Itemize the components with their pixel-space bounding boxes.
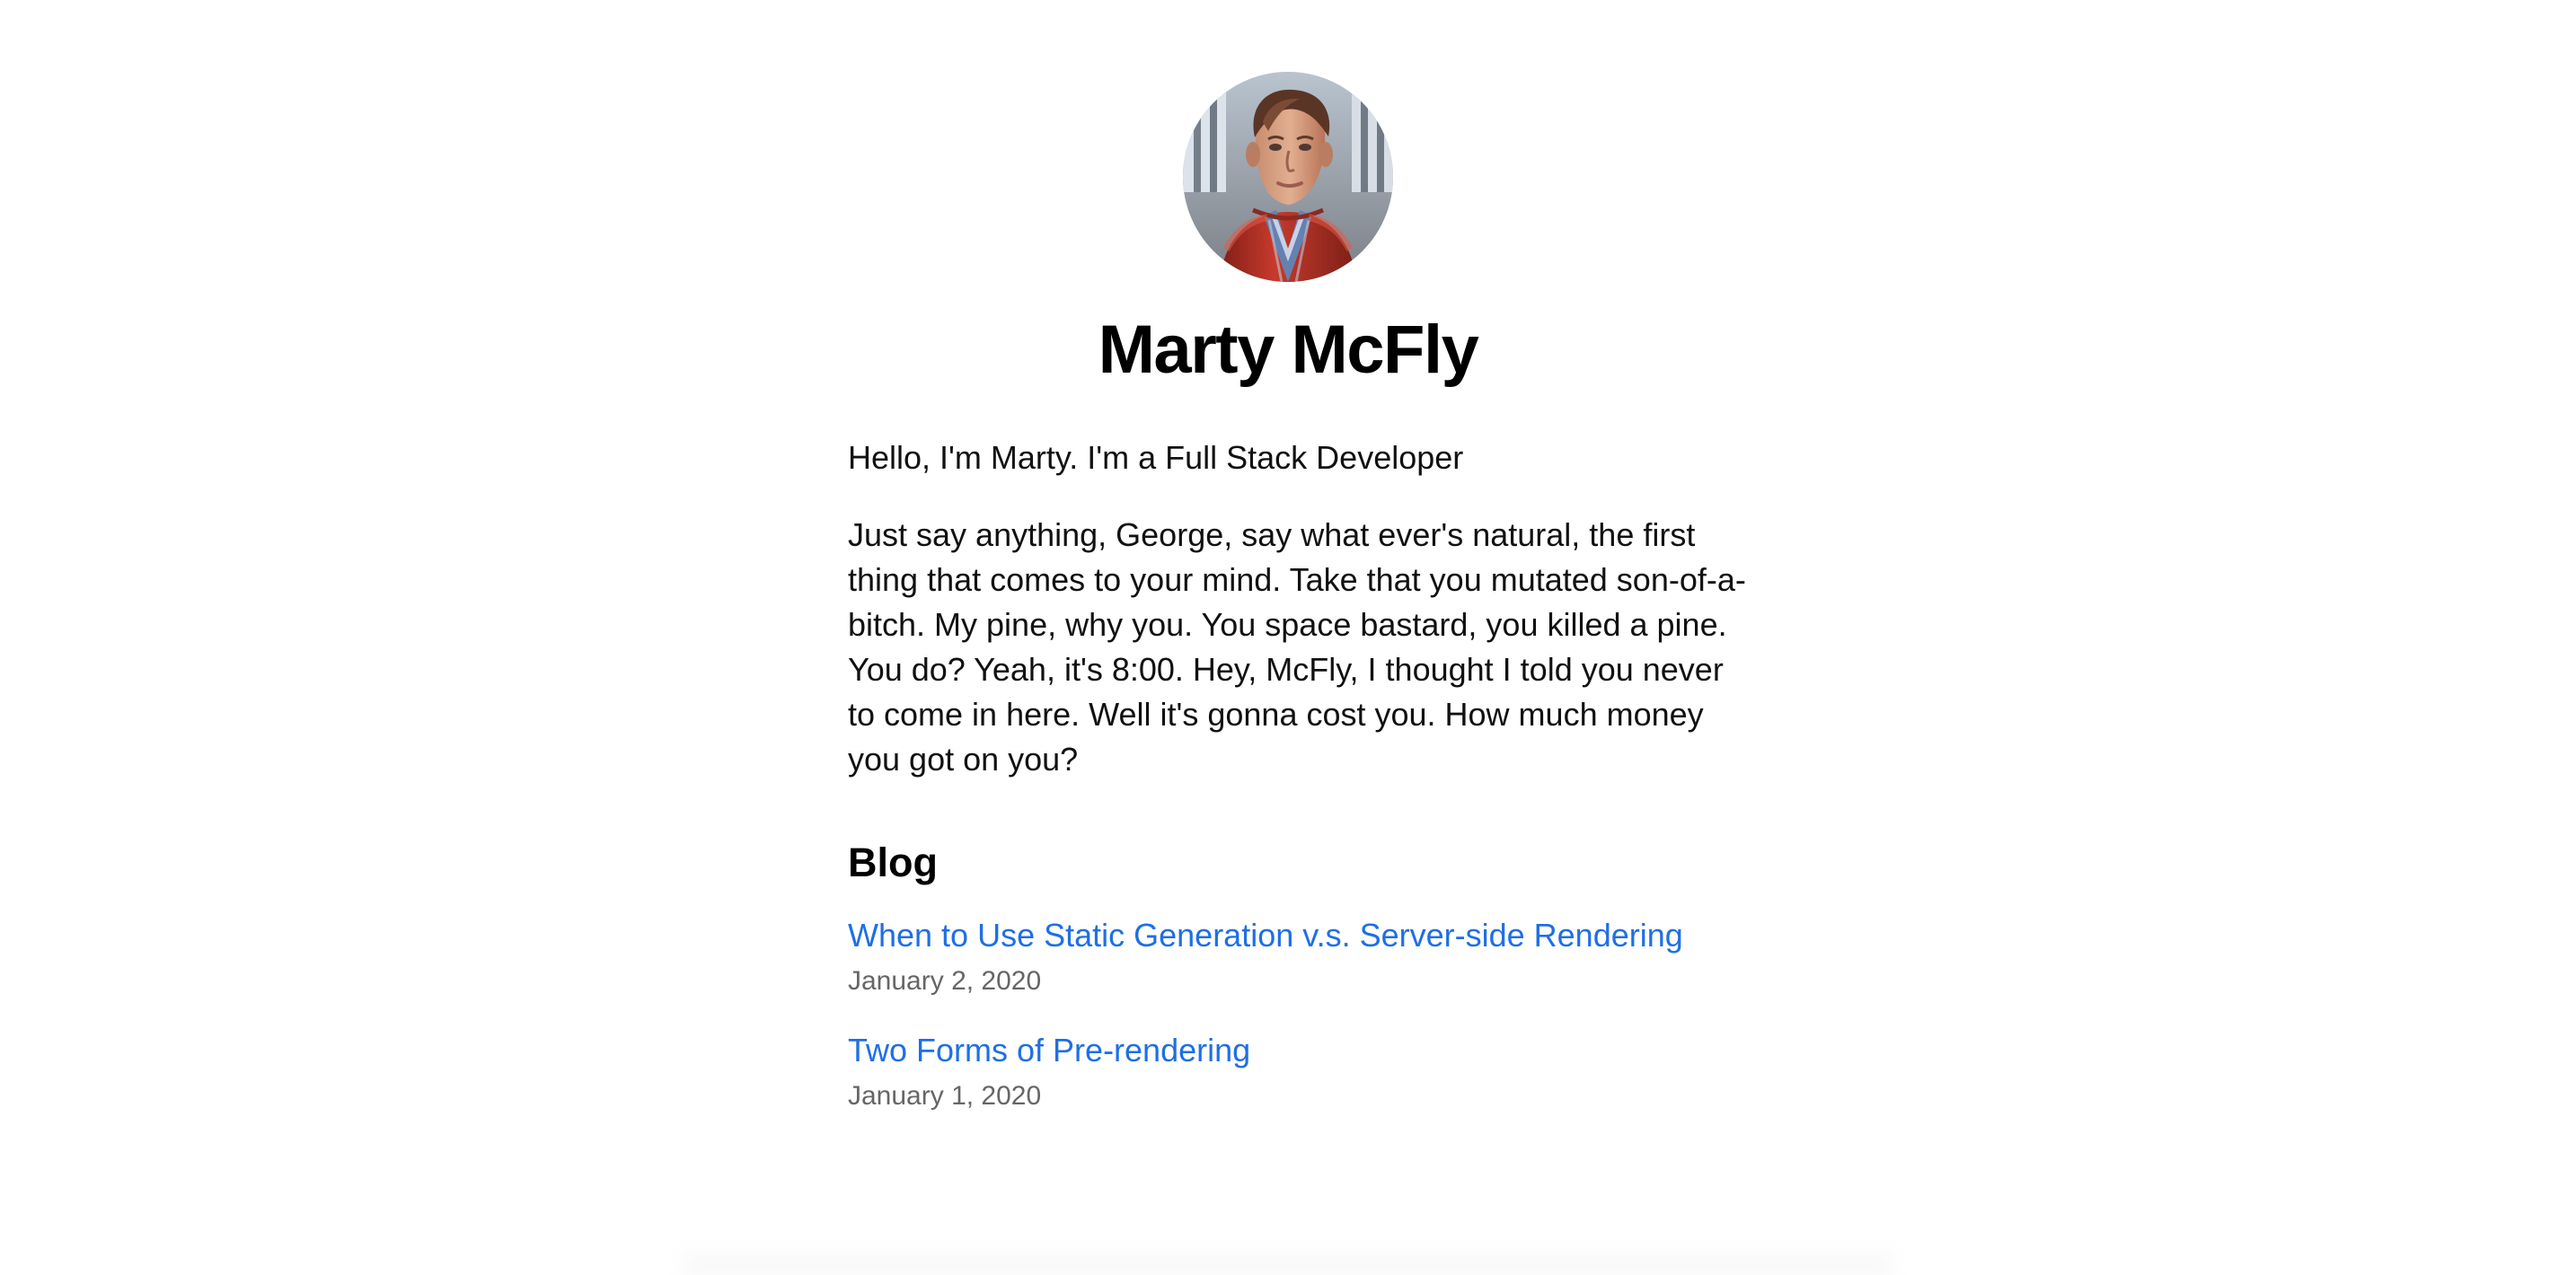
bio-text: Just say anything, George, say what ever… [848,516,1746,778]
blog-post-link[interactable]: When to Use Static Generation v.s. Serve… [848,913,1683,958]
blog-section: Blog When to Use Static Generation v.s. … [848,838,1746,1116]
blog-post-list: When to Use Static Generation v.s. Serve… [848,913,1746,1116]
blog-post-item: Two Forms of Pre-rendering January 1, 20… [848,1028,1746,1116]
main-content: Hello, I'm Marty. I'm a Full Stack Devel… [848,435,1746,1143]
profile-photo-icon [1183,72,1393,282]
bottom-shadow [683,1244,1893,1275]
blog-post-date: January 2, 2020 [848,966,1042,996]
profile-avatar [1183,72,1393,282]
profile-name: Marty McFly [1098,312,1479,388]
blog-post-date: January 1, 2020 [848,1081,1042,1111]
blog-title: Blog [848,840,938,885]
intro-text: Hello, I'm Marty. I'm a Full Stack Devel… [848,439,1464,476]
blog-post-item: When to Use Static Generation v.s. Serve… [848,913,1746,1001]
blog-post-link[interactable]: Two Forms of Pre-rendering [848,1028,1250,1073]
page: Marty McFly Hello, I'm Marty. I'm a Full… [0,0,2576,1275]
profile-header: Marty McFly [0,72,2576,390]
